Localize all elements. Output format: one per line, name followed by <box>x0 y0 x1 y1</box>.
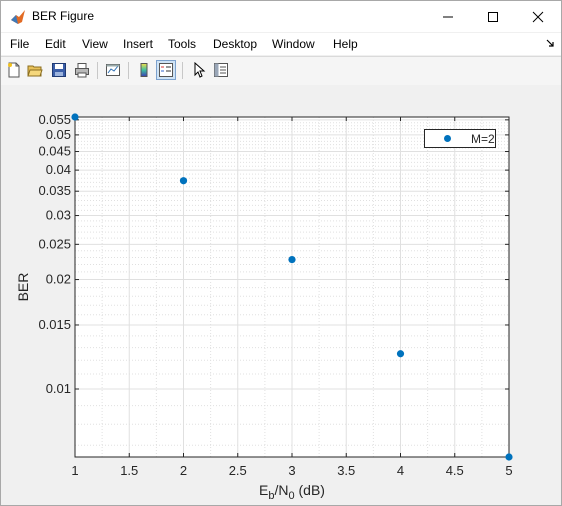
x-tick-label: 5 <box>505 463 512 478</box>
y-tick-label: 0.015 <box>38 317 71 332</box>
ber-plot: 1 1.5 2 2.5 3 3.5 4 4.5 5 0.01 0.015 0.02 0.025 0.03 0… <box>15 112 513 502</box>
legend[interactable]: M=2 <box>424 129 496 148</box>
y-tick-label: 0.04 <box>46 162 71 177</box>
y-tick-label: 0.055 <box>38 112 71 127</box>
y-tick-label: 0.02 <box>46 272 71 287</box>
x-tick-label: 1 <box>71 463 78 478</box>
data-point <box>179 177 188 185</box>
legend-marker-icon <box>444 135 451 142</box>
y-axis-label: BER <box>15 273 31 302</box>
x-tick-label: 2 <box>180 463 187 478</box>
x-axis-label: Eb/N0 (dB) <box>259 482 325 502</box>
x-tick-label: 4.5 <box>446 463 464 478</box>
data-point <box>505 453 513 461</box>
y-tick-label: 0.01 <box>46 381 71 396</box>
y-tick-label: 0.035 <box>38 183 71 198</box>
x-tick-label: 2.5 <box>229 463 247 478</box>
data-point <box>288 255 296 264</box>
x-tick-label: 4 <box>397 463 404 478</box>
x-tick-label: 3 <box>288 463 295 478</box>
x-tick-label: 1.5 <box>120 463 138 478</box>
data-point <box>71 113 79 121</box>
y-tick-label: 0.05 <box>46 127 71 142</box>
y-tick-label: 0.025 <box>38 236 71 251</box>
data-point <box>396 350 405 358</box>
y-tick-label: 0.03 <box>46 208 71 223</box>
y-tick-label: 0.045 <box>38 144 71 159</box>
x-tick-label: 3.5 <box>337 463 355 478</box>
ber-figure-window: BER Figure File Edit View Insert Tools D… <box>0 0 562 506</box>
legend-label: M=2 <box>471 132 495 146</box>
